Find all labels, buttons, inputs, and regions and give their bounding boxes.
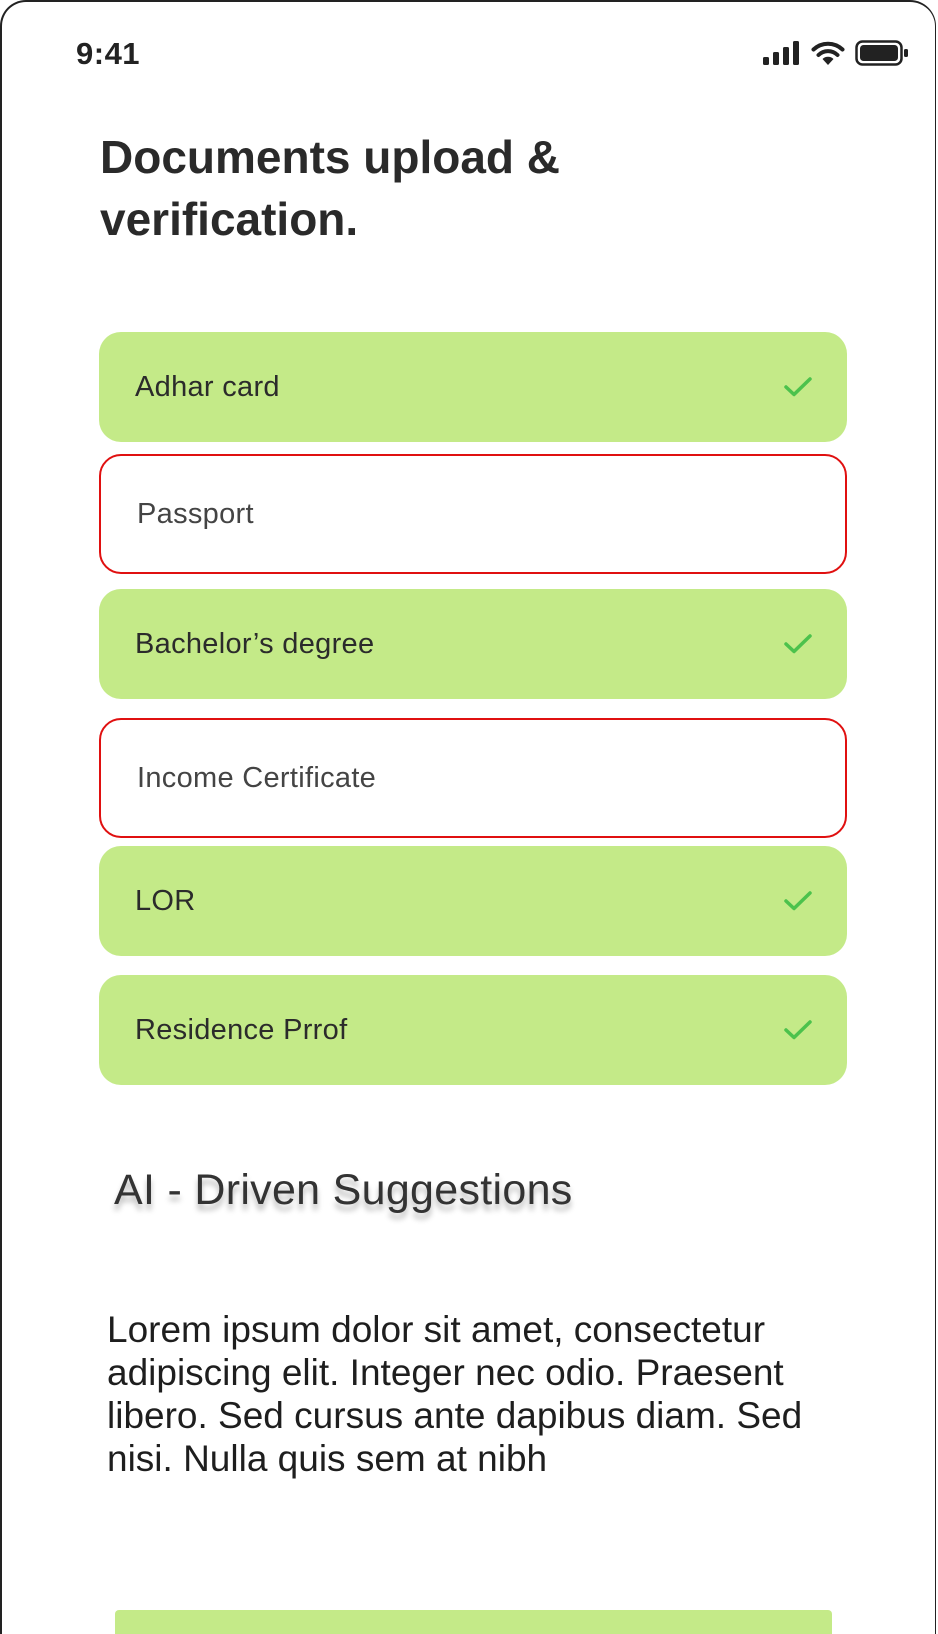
document-label: LOR	[135, 884, 196, 917]
cellular-signal-icon	[763, 41, 799, 65]
document-item-income-certificate[interactable]: Income Certificate	[99, 718, 847, 838]
document-label: Passport	[137, 497, 254, 530]
document-item-residence-proof[interactable]: Residence Prrof	[99, 975, 847, 1085]
document-item-bachelors-degree[interactable]: Bachelor’s degree	[99, 589, 847, 699]
document-label: Bachelor’s degree	[135, 627, 375, 660]
document-label: Residence Prrof	[135, 1013, 348, 1046]
check-icon	[784, 634, 812, 654]
page-title: Documents upload & verification.	[100, 131, 561, 245]
bottom-action-button[interactable]	[115, 1610, 832, 1634]
ai-suggestions-heading: AI - Driven Suggestions	[114, 1166, 573, 1214]
battery-icon	[855, 40, 908, 66]
wifi-icon	[811, 41, 845, 65]
document-label: Adhar card	[135, 370, 280, 403]
check-icon	[784, 891, 812, 911]
ai-suggestions-text: Lorem ipsum dolor sit amet, consectetur …	[107, 1309, 803, 1479]
status-time: 9:41	[76, 36, 141, 71]
document-item-lor[interactable]: LOR	[99, 846, 847, 956]
check-icon	[784, 377, 812, 397]
document-label: Income Certificate	[137, 761, 377, 794]
document-item-passport[interactable]: Passport	[99, 454, 847, 574]
document-item-adhar-card[interactable]: Adhar card	[99, 332, 847, 442]
check-icon	[784, 1020, 812, 1040]
phone-frame: 9:41 Documents upload & verification. Ad…	[0, 0, 936, 1634]
status-bar: 9:41	[2, 2, 935, 112]
status-icons	[763, 40, 909, 66]
